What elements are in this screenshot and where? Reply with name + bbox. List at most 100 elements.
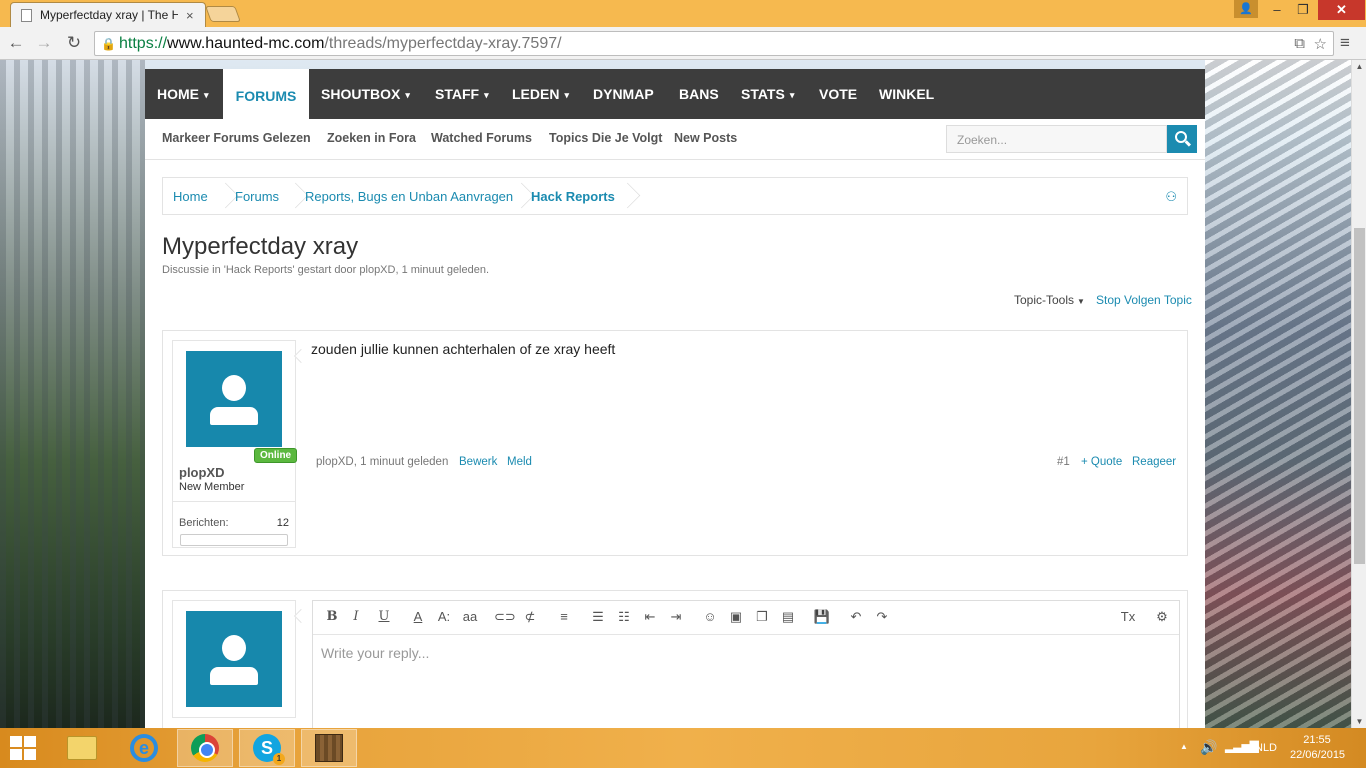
avatar-head-shape [222,375,246,401]
chevron-down-icon: ▾ [789,90,795,100]
bookmark-star-icon[interactable]: ☆ [1314,35,1327,53]
windows-logo-icon [24,736,36,747]
avatar-body-shape [210,667,258,685]
taskbar-skype[interactable]: S1 [239,729,295,767]
back-arrow-icon[interactable]: ← [6,33,26,53]
toggle-bbcode-icon[interactable]: ⚙ [1152,609,1172,625]
browser-menu-icon[interactable]: ≡ [1340,33,1350,53]
post-body: zouden jullie kunnen achterhalen of ze x… [311,341,616,357]
text-color-icon[interactable]: A [408,609,428,624]
taskbar-file-explorer[interactable] [54,729,110,767]
nav-tab-bans[interactable]: BANS [679,69,719,119]
user-name-link[interactable]: plopXD [179,465,225,480]
subnav-new-posts-link[interactable]: New Posts [674,131,737,145]
close-window-button[interactable]: ✕ [1318,0,1365,20]
save-draft-icon[interactable]: 💾 [812,609,832,625]
address-bar[interactable]: 🔒 https:// www.haunted-mc.com /threads/m… [94,31,1334,56]
taskbar-minecraft[interactable] [301,729,357,767]
nav-tab-forums[interactable]: FORUMS [223,69,309,119]
page-favicon-icon [21,8,32,22]
bullet-list-icon[interactable]: ☰ [588,609,608,625]
post-author-time[interactable]: plopXD, 1 minuut geleden [316,456,448,468]
nav-tab-staff[interactable]: STAFF ▾ [435,69,489,119]
reload-icon[interactable]: ↻ [64,33,84,53]
search-input[interactable]: Zoeken... [946,125,1167,153]
stop-follow-link[interactable]: Stop Volgen Topic [1096,293,1192,307]
subnav-search-forums-link[interactable]: Zoeken in Fora [327,131,416,145]
user-profile-icon[interactable]: 👤 [1234,0,1258,18]
nav-tab-leden[interactable]: LEDEN ▾ [512,69,569,119]
breadcrumb: Home Forums Reports, Bugs en Unban Aanvr… [162,177,1188,215]
scroll-thumb[interactable] [1354,228,1365,564]
minimize-button[interactable]: – [1264,0,1290,20]
taskbar-internet-explorer[interactable]: e [116,729,172,767]
outdent-icon[interactable]: ⇤ [640,609,660,625]
language-indicator[interactable]: NLD [1255,742,1277,768]
topic-tools-label: Topic-Tools [1014,293,1075,307]
new-tab-button[interactable] [205,6,241,22]
maximize-button[interactable]: ❐ [1290,0,1316,20]
translate-icon[interactable]: ⧉ [1294,35,1305,52]
unlink-icon[interactable]: ⊄ [520,609,540,625]
font-size-icon[interactable]: A: [434,609,454,624]
show-hidden-icons-icon[interactable]: ▲ [1180,742,1188,768]
vertical-scrollbar[interactable]: ▲ ▼ [1351,60,1366,728]
insert-icon[interactable]: ▤ [778,609,798,625]
image-icon[interactable]: ▣ [726,609,746,625]
numbered-list-icon[interactable]: ☷ [614,609,634,625]
breadcrumb-home[interactable]: Home [173,189,208,204]
topic-tools-dropdown[interactable]: Topic-Tools ▼ [1014,293,1085,307]
reply-link[interactable]: Reageer [1132,456,1176,468]
sitemap-icon[interactable]: ⚇ [1165,189,1177,205]
italic-icon[interactable]: I [346,609,366,624]
breadcrumb-hack-reports[interactable]: Hack Reports [531,189,615,204]
search-button[interactable] [1167,125,1197,153]
forward-arrow-icon[interactable]: → [34,33,54,53]
post-number-link[interactable]: #1 [1057,456,1070,468]
nav-tab-label: STAFF [435,86,480,102]
quote-link[interactable]: + Quote [1081,456,1122,468]
internet-explorer-icon: e [130,734,158,762]
smiley-icon[interactable]: ☺ [700,609,720,624]
nav-tab-shoutbox[interactable]: SHOUTBOX ▾ [321,69,410,119]
taskbar-chrome[interactable] [177,729,233,767]
breadcrumb-forums[interactable]: Forums [235,189,279,204]
messages-count[interactable]: 12 [277,517,289,529]
post-arrow-notch [293,348,309,364]
font-family-icon[interactable]: aa [460,609,480,624]
indent-icon[interactable]: ⇥ [666,609,686,625]
nav-tab-home[interactable]: HOME ▾ [157,69,209,119]
subnav-mark-read-link[interactable]: Markeer Forums Gelezen [162,131,311,145]
remove-format-icon[interactable]: Tx [1118,609,1138,624]
avatar[interactable] [186,611,282,707]
nav-tab-dynmap[interactable]: DYNMAP [593,69,654,119]
report-link[interactable]: Meld [507,456,532,468]
subnav-watched-topics-link[interactable]: Topics Die Je Volgt [549,131,662,145]
browser-frame: Myperfectday xray | The H × 👤 – ❐ ✕ ← → … [0,0,1366,60]
scroll-down-arrow-icon[interactable]: ▼ [1352,717,1366,726]
align-icon[interactable]: ≡ [554,609,574,624]
underline-icon[interactable]: U [374,609,394,624]
chevron-down-icon: ▾ [484,90,489,100]
scroll-up-arrow-icon[interactable]: ▲ [1352,62,1366,71]
media-icon[interactable]: ❐ [752,609,772,625]
bold-icon[interactable]: B [322,609,342,624]
link-icon[interactable]: ⊂⊃ [494,609,516,625]
network-icon[interactable]: ▂▃▅▇ [1225,739,1259,768]
tab-close-icon[interactable]: × [186,8,194,23]
edit-link[interactable]: Bewerk [459,456,497,468]
nav-tab-stats[interactable]: STATS ▾ [741,69,794,119]
subnav-watched-forums-link[interactable]: Watched Forums [431,131,532,145]
redo-icon[interactable]: ↷ [872,609,892,625]
nav-tab-winkel[interactable]: WINKEL [879,69,934,119]
nav-tab-vote[interactable]: VOTE [819,69,857,119]
undo-icon[interactable]: ↶ [846,609,866,625]
volume-icon[interactable]: 🔊 [1200,739,1217,768]
system-clock[interactable]: 21:55 22/06/2015 [1290,733,1345,768]
reply-arrow-notch [293,608,309,624]
reply-textarea[interactable]: Write your reply... [321,645,429,661]
breadcrumb-reports[interactable]: Reports, Bugs en Unban Aanvragen [305,189,513,204]
browser-tab[interactable]: Myperfectday xray | The H × [10,2,206,27]
start-button[interactable] [10,736,38,760]
avatar[interactable] [186,351,282,447]
